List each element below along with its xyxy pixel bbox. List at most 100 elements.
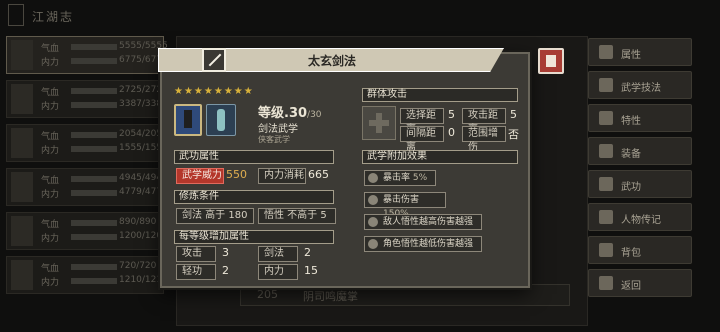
- power-label: 武学威力: [176, 168, 224, 184]
- menu-item-martial-skills[interactable]: 武学技法: [588, 71, 692, 99]
- party-member[interactable]: 气血 内力 2054/2054 1555/1555: [6, 124, 168, 162]
- skill-level-max: /30: [307, 110, 322, 120]
- traits-icon: [599, 111, 613, 125]
- hp-label: 气血: [41, 264, 60, 274]
- hp-bar: [71, 220, 117, 226]
- menu-item-kungfu[interactable]: 武功: [588, 170, 692, 198]
- per-level-value: 2: [222, 264, 229, 277]
- range-boost-label: 范围增伤: [462, 126, 506, 153]
- hp-value: 890/890: [119, 217, 157, 227]
- menu-item-label: 属性: [621, 50, 641, 61]
- effect-name: 敌人悟性越高伤害越强: [383, 217, 474, 227]
- skill-character-icon: [206, 104, 236, 136]
- condition-2: 悟性 不高于 5: [258, 208, 336, 224]
- gap-range-value: 0: [448, 126, 455, 139]
- menu-item-label: 背包: [621, 248, 641, 259]
- hp-bar: [71, 132, 117, 138]
- mp-bar: [71, 146, 117, 152]
- hp-label: 气血: [41, 132, 60, 142]
- attack-range-label: 攻击距离: [462, 108, 506, 135]
- per-level-value: 15: [304, 264, 318, 277]
- party-member[interactable]: 气血 内力 2725/2725 3387/3387: [6, 80, 168, 118]
- menu-item-label: 特性: [621, 116, 641, 127]
- attack-shape-icon: [362, 106, 396, 140]
- range-boost-value: 否: [508, 128, 519, 141]
- menu-item-bag[interactable]: 背包: [588, 236, 692, 264]
- back-icon: [599, 276, 613, 290]
- conditions-header: 修炼条件: [174, 190, 334, 204]
- power-value: 550: [226, 168, 247, 181]
- skill-level: 等级.30/30: [258, 102, 322, 121]
- lightning-icon: [368, 173, 378, 183]
- mp-label: 内力: [41, 146, 60, 156]
- person-icon: [599, 210, 613, 224]
- cost-label: 内力消耗: [258, 168, 306, 184]
- effect-name: 角色悟性越低伤害越强: [383, 239, 474, 249]
- mp-bar: [71, 234, 117, 240]
- bag-icon: [599, 243, 613, 257]
- hp-value: 720/720: [119, 261, 157, 271]
- skill-book-icon: [174, 104, 202, 136]
- menu-item-back[interactable]: 返回: [588, 269, 692, 297]
- cost-value: 665: [308, 168, 329, 181]
- effect-item: 敌人悟性越高伤害越强: [364, 214, 482, 230]
- mp-label: 内力: [41, 58, 60, 68]
- hp-bar: [71, 176, 117, 182]
- close-button[interactable]: [538, 48, 564, 74]
- per-level-label: 轻功: [176, 264, 216, 280]
- per-level-value: 3: [222, 246, 229, 259]
- party-member[interactable]: 气血 内力 720/720 1210/1210: [6, 256, 168, 294]
- attack-header: 群体攻击: [362, 88, 518, 102]
- mp-bar: [71, 102, 117, 108]
- hp-bar: [71, 88, 117, 94]
- mp-label: 内力: [41, 278, 60, 288]
- screen-title: 江湖志: [32, 10, 75, 24]
- per-level-value: 2: [304, 246, 311, 259]
- avatar: [11, 216, 33, 246]
- party-member[interactable]: 气血 内力 4945/4945 4779/4779: [6, 168, 168, 206]
- rarity-stars: ★★★★★★★★: [174, 86, 254, 97]
- back-arrow-icon: [8, 4, 24, 26]
- skill-row-name: 阴司鸣魔掌: [303, 290, 358, 303]
- party-list: 气血 内力 5555/5555 6775/6775 气血 内力 2725/272…: [6, 36, 168, 300]
- mp-bar: [71, 58, 117, 64]
- plus-circle-icon: [368, 239, 378, 249]
- side-menu: 属性 武学技法 特性 装备 武功 人物传记 背包 返回: [588, 38, 692, 302]
- select-range-value: 5: [448, 108, 455, 121]
- per-level-label: 内力: [258, 264, 298, 280]
- menu-item-label: 武学技法: [621, 83, 661, 94]
- mp-label: 内力: [41, 190, 60, 200]
- effect-value: 5%: [412, 173, 428, 183]
- menu-item-biography[interactable]: 人物传记: [588, 203, 692, 231]
- select-range-label: 选择距离: [400, 108, 444, 135]
- party-member[interactable]: 气血 内力 890/890 1200/1200: [6, 212, 168, 250]
- martial-skills-icon: [599, 78, 613, 92]
- menu-item-label: 返回: [621, 281, 641, 292]
- avatar: [11, 84, 33, 114]
- mp-bar: [71, 190, 117, 196]
- menu-item-label: 人物传记: [621, 215, 661, 226]
- attack-range-value: 5: [510, 108, 517, 121]
- hp-label: 气血: [41, 44, 60, 54]
- book-icon: [599, 177, 613, 191]
- per-level-label: 攻击: [176, 246, 216, 262]
- effect-item: 暴击伤害 150%: [364, 192, 446, 219]
- sword-icon: [202, 48, 226, 72]
- mp-label: 内力: [41, 234, 60, 244]
- avatar: [11, 40, 33, 70]
- party-member[interactable]: 气血 内力 5555/5555 6775/6775: [6, 36, 168, 74]
- menu-item-equipment[interactable]: 装备: [588, 137, 692, 165]
- effect-item: 角色悟性越低伤害越强: [364, 236, 482, 252]
- skill-school: 侠客武学: [258, 135, 290, 144]
- skill-row-number: 205: [257, 288, 278, 301]
- hp-label: 气血: [41, 176, 60, 186]
- menu-item-label: 装备: [621, 149, 641, 160]
- per-level-header: 每等级增加属性: [174, 230, 334, 244]
- menu-item-traits[interactable]: 特性: [588, 104, 692, 132]
- hp-label: 气血: [41, 220, 60, 230]
- attributes-icon: [599, 45, 613, 59]
- gap-range-label: 间隔距离: [400, 126, 444, 153]
- mp-bar: [71, 278, 117, 284]
- effect-name: 暴击伤害: [383, 195, 420, 205]
- menu-item-attributes[interactable]: 属性: [588, 38, 692, 66]
